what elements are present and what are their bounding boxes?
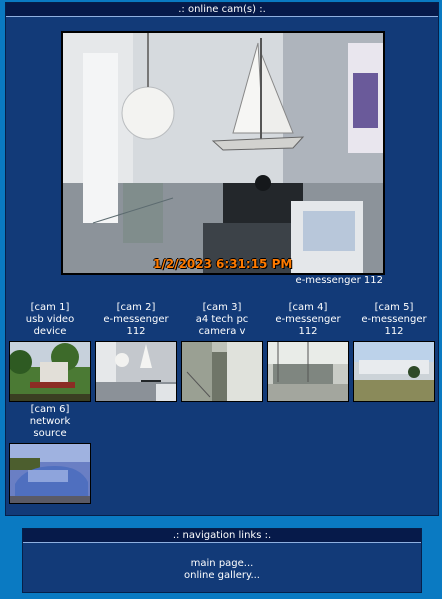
- cam-2-name-line1: e-messenger: [103, 314, 169, 325]
- main-camera-image: [63, 33, 383, 273]
- cam-2-label: [cam 2]: [116, 302, 156, 313]
- cam-6-name-line1: network: [29, 416, 71, 427]
- cam-1-label: [cam 1]: [30, 302, 70, 313]
- camera-timestamp: 1/2/2023 6:31:15 PM: [153, 257, 293, 271]
- cam-5-thumb[interactable]: [cam 5] e-messenger 112: [353, 302, 435, 402]
- cam-1-image[interactable]: [9, 341, 91, 402]
- cam-3-name-line2: camera v: [198, 326, 246, 337]
- cam-1-name-line2: device: [33, 326, 67, 337]
- cam-4-name-line1: e-messenger: [275, 314, 341, 325]
- cam-4-thumb[interactable]: [cam 4] e-messenger 112: [267, 302, 349, 402]
- cam-5-label: [cam 5]: [374, 302, 414, 313]
- navigation-links: main page... online gallery...: [23, 543, 421, 582]
- cam-2-thumb[interactable]: [cam 2] e-messenger 112: [95, 302, 177, 402]
- cam-4-image[interactable]: [267, 341, 349, 402]
- online-gallery-link[interactable]: online gallery...: [23, 570, 421, 582]
- online-cams-panel: .: online cam(s) :. 1/2/2023 6:31:15 PM …: [5, 2, 439, 516]
- main-page-link[interactable]: main page...: [23, 558, 421, 570]
- cam-1-thumb[interactable]: [cam 1] usb video device: [9, 302, 91, 402]
- cam-3-thumb[interactable]: [cam 3] a4 tech pc camera v: [181, 302, 263, 402]
- cam-3-label: [cam 3]: [202, 302, 242, 313]
- cam-4-name-line2: 112: [298, 326, 318, 337]
- cam-1-name-line1: usb video: [25, 314, 75, 325]
- main-camera-caption: e-messenger 112: [295, 275, 383, 286]
- cam-2-name-line2: 112: [126, 326, 146, 337]
- navigation-panel: .: navigation links :. main page... onli…: [22, 528, 422, 593]
- cam-3-name-line1: a4 tech pc: [195, 314, 249, 325]
- main-camera-view[interactable]: 1/2/2023 6:31:15 PM: [61, 31, 385, 275]
- online-cams-header: .: online cam(s) :.: [6, 3, 438, 17]
- cam-6-label: [cam 6]: [30, 404, 70, 415]
- cam-2-image[interactable]: [95, 341, 177, 402]
- cam-6-image[interactable]: [9, 443, 91, 504]
- cam-5-name-line2: 112: [384, 326, 404, 337]
- cam-6-name-line2: source: [33, 428, 67, 439]
- cam-4-label: [cam 4]: [288, 302, 328, 313]
- cam-6-thumb[interactable]: [cam 6] network source: [9, 404, 91, 504]
- cam-3-image[interactable]: [181, 341, 263, 402]
- cam-5-name-line1: e-messenger: [361, 314, 427, 325]
- cam-5-image[interactable]: [353, 341, 435, 402]
- navigation-header: .: navigation links :.: [23, 529, 421, 543]
